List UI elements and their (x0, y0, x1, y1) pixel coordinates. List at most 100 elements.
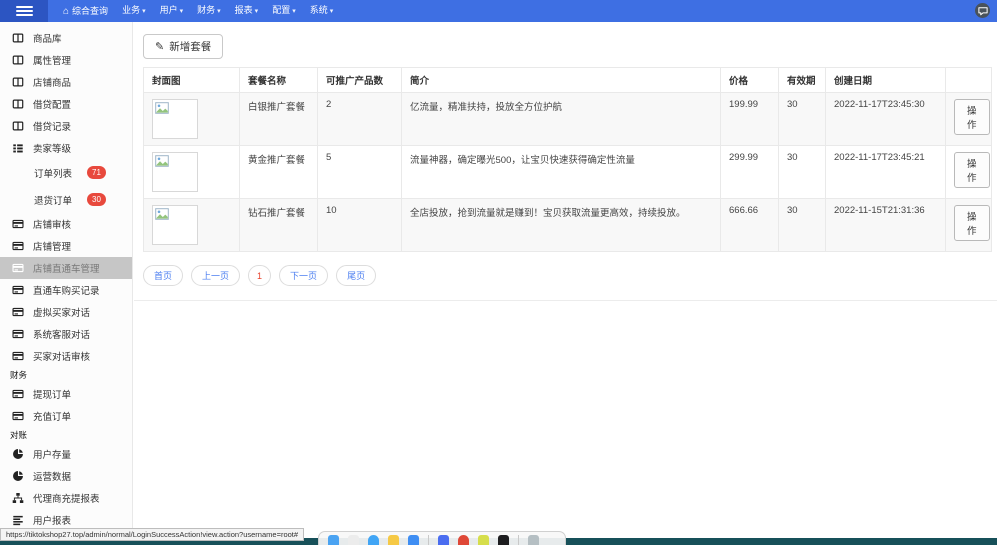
package-created: 2022-11-17T23:45:30 (825, 92, 946, 146)
finder-icon[interactable] (328, 535, 339, 545)
sidebar-item-label: 借贷记录 (33, 122, 72, 133)
product-count: 5 (317, 145, 402, 199)
sidebar-item-agent-report[interactable]: 代理商充提报表 (0, 487, 132, 509)
table-row: 黄金推广套餐 5 流量神器，确定曝光500，让宝贝快速获得确定性流量 299.9… (143, 145, 992, 199)
sidebar-item-virtual-buyer-chat[interactable]: 虚拟买家对话 (0, 301, 132, 323)
sidebar-item-label: 提现订单 (33, 390, 72, 401)
launchpad-icon[interactable] (348, 535, 359, 545)
notes-icon[interactable] (388, 535, 399, 545)
sidebar-item-user-stock[interactable]: 用户存量 (0, 443, 132, 465)
sidebar-item-attribute-management[interactable]: 属性管理 (0, 49, 132, 71)
col-actions (945, 67, 992, 93)
card-icon (12, 410, 24, 422)
nav-menu-report[interactable]: 报表 ▾ (228, 0, 266, 23)
hamburger-menu-icon[interactable] (0, 0, 48, 22)
pie-chart-icon (12, 470, 24, 482)
package-name: 白银推广套餐 (239, 92, 318, 146)
sidebar-item-goods-library[interactable]: 商品库 (0, 27, 132, 49)
chevron-down-icon: ▾ (142, 8, 146, 15)
pagination: 首页 上一页 1 下一页 尾页 (143, 265, 997, 286)
sidebar-item-operation-data[interactable]: 运营数据 (0, 465, 132, 487)
sidebar-item-shop-goods[interactable]: 店铺商品 (0, 71, 132, 93)
nav-home[interactable]: ⌂ 综合查询 (56, 0, 115, 23)
pencil-icon: ✎ (155, 41, 165, 53)
page-last-button[interactable]: 尾页 (336, 265, 377, 286)
sidebar-item-label: 属性管理 (33, 56, 72, 67)
nav-home-label: 综合查询 (72, 5, 109, 16)
table-row: 钻石推广套餐 10 全店投放，抢到流量就是赚到！宝贝获取流量更高效，持续投放。 … (143, 198, 992, 252)
sidebar-item-label: 借贷配置 (33, 100, 72, 111)
chevron-down-icon: ▾ (329, 8, 334, 15)
chevron-down-icon: ▾ (217, 8, 221, 15)
package-name: 黄金推广套餐 (239, 145, 318, 199)
package-validity: 30 (778, 198, 826, 252)
row-action-button[interactable]: 操作 (954, 152, 990, 188)
nav-menu-user[interactable]: 用户 ▾ (153, 0, 191, 23)
sidebar-item-return-orders[interactable]: 退货订单 30 (0, 186, 132, 213)
sidebar-item-label: 店铺直通车管理 (33, 264, 100, 275)
sidebar-item-label: 虚拟买家对话 (33, 308, 91, 319)
add-package-button[interactable]: ✎ 新增套餐 (143, 34, 224, 59)
card-icon (12, 328, 24, 340)
page-first-button[interactable]: 首页 (143, 265, 184, 286)
sidebar-item-label: 退货订单 (34, 195, 73, 207)
col-validity: 有效期 (778, 67, 826, 93)
app-yellow-icon[interactable] (478, 535, 489, 545)
page-current[interactable]: 1 (248, 265, 272, 286)
sidebar-item-label: 商品库 (33, 34, 62, 45)
sidebar-item-shop-promotion-management[interactable]: 店铺直通车管理 (0, 257, 132, 279)
package-desc: 亿流量，精准扶持，投放全方位护航 (401, 92, 721, 146)
appstore-icon[interactable] (408, 535, 419, 545)
sidebar-section-reconciliation: 对账 (10, 430, 28, 440)
chevron-down-icon: ▾ (179, 8, 184, 15)
nav-menu-system[interactable]: 系统 ▾ (303, 0, 341, 23)
app-red-icon[interactable] (458, 535, 469, 545)
sidebar-item-loan-config[interactable]: 借贷配置 (0, 93, 132, 115)
broken-image-icon (155, 208, 169, 220)
product-count: 10 (317, 198, 402, 252)
top-navbar: ⌂ 综合查询 业务 ▾ 用户 ▾ 财务 ▾ 报表 ▾ 配置 ▾ 系统 ▾ (0, 0, 997, 22)
sidebar-item-recharge-orders[interactable]: 充值订单 (0, 405, 132, 427)
app-blue-icon[interactable] (438, 535, 449, 545)
card-icon (12, 262, 24, 274)
sidebar-item-promotion-purchase-records[interactable]: 直通车购买记录 (0, 279, 132, 301)
sidebar-item-label: 运营数据 (33, 472, 72, 483)
sidebar-item-buyer-chat-review[interactable]: 买家对话审核 (0, 345, 132, 367)
package-name: 钻石推广套餐 (239, 198, 318, 252)
col-cover: 封面图 (143, 67, 240, 93)
cover-thumbnail (152, 152, 198, 192)
packages-table: 封面图 套餐名称 可推广产品数 简介 价格 有效期 创建日期 白银推广套餐 2 … (143, 67, 992, 252)
sidebar-item-withdraw-orders[interactable]: 提现订单 (0, 383, 132, 405)
row-action-button[interactable]: 操作 (954, 99, 990, 135)
table-columns-icon (12, 54, 24, 66)
sidebar-item-shop-review[interactable]: 店铺审核 (0, 213, 132, 235)
package-created: 2022-11-17T23:45:21 (825, 145, 946, 199)
sidebar-item-seller-level[interactable]: 卖家等级 (0, 137, 132, 159)
chevron-down-icon: ▾ (292, 8, 296, 15)
safari-icon[interactable] (368, 535, 379, 545)
sidebar-item-order-list[interactable]: 订单列表 71 (0, 159, 132, 186)
sidebar-item-loan-records[interactable]: 借贷记录 (0, 115, 132, 137)
package-price: 199.99 (720, 92, 779, 146)
align-lines-icon (12, 514, 24, 526)
sidebar-item-label: 买家对话审核 (33, 352, 91, 363)
sidebar-item-shop-management[interactable]: 店铺管理 (0, 235, 132, 257)
pie-chart-icon (12, 448, 24, 460)
page-prev-button[interactable]: 上一页 (191, 265, 241, 286)
trash-icon[interactable] (528, 535, 539, 545)
nav-menu-finance[interactable]: 财务 ▾ (190, 0, 228, 23)
chat-bubble-button[interactable] (975, 3, 990, 18)
app-black-icon[interactable] (498, 535, 509, 545)
sidebar-item-system-support-chat[interactable]: 系统客服对话 (0, 323, 132, 345)
page-next-button[interactable]: 下一页 (279, 265, 329, 286)
card-icon (12, 388, 24, 400)
nav-menu-config[interactable]: 配置 ▾ (265, 0, 303, 23)
sidebar-section-finance: 财务 (10, 370, 28, 380)
dock-divider (518, 535, 519, 545)
sidebar-item-label: 店铺审核 (33, 220, 72, 231)
package-created: 2022-11-15T21:31:36 (825, 198, 946, 252)
row-action-button[interactable]: 操作 (954, 205, 990, 241)
nav-menu-business[interactable]: 业务 ▾ (115, 0, 153, 23)
col-product-count: 可推广产品数 (317, 67, 402, 93)
sidebar-item-label: 充值订单 (33, 412, 72, 423)
